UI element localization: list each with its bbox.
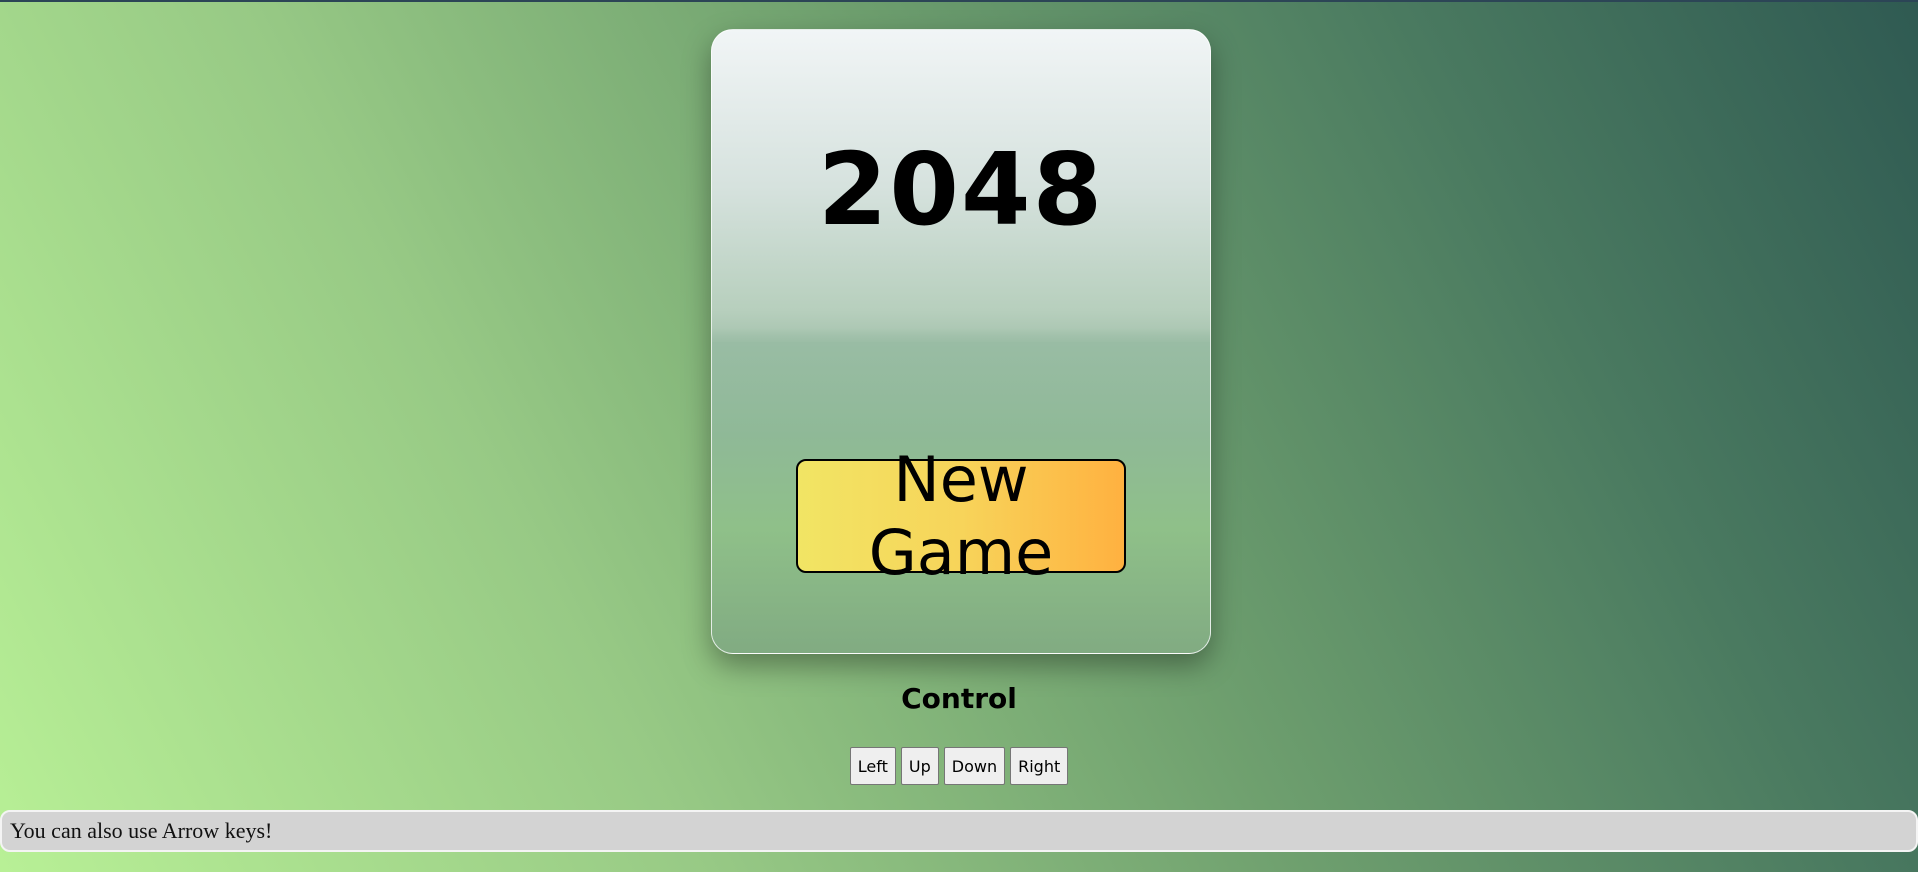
- up-button[interactable]: Up: [900, 747, 939, 785]
- game-title: 2048: [817, 131, 1105, 248]
- left-button[interactable]: Left: [849, 747, 896, 785]
- control-buttons: Left Up Down Right: [0, 747, 1918, 785]
- game-card: 2048 New Game: [711, 29, 1211, 654]
- hint-text: You can also use Arrow keys!: [10, 818, 273, 843]
- control-heading: Control: [901, 682, 1017, 715]
- right-button[interactable]: Right: [1010, 747, 1069, 785]
- down-button[interactable]: Down: [943, 747, 1006, 785]
- arrow-keys-hint: You can also use Arrow keys!: [0, 810, 1918, 852]
- new-game-button[interactable]: New Game: [796, 443, 1126, 589]
